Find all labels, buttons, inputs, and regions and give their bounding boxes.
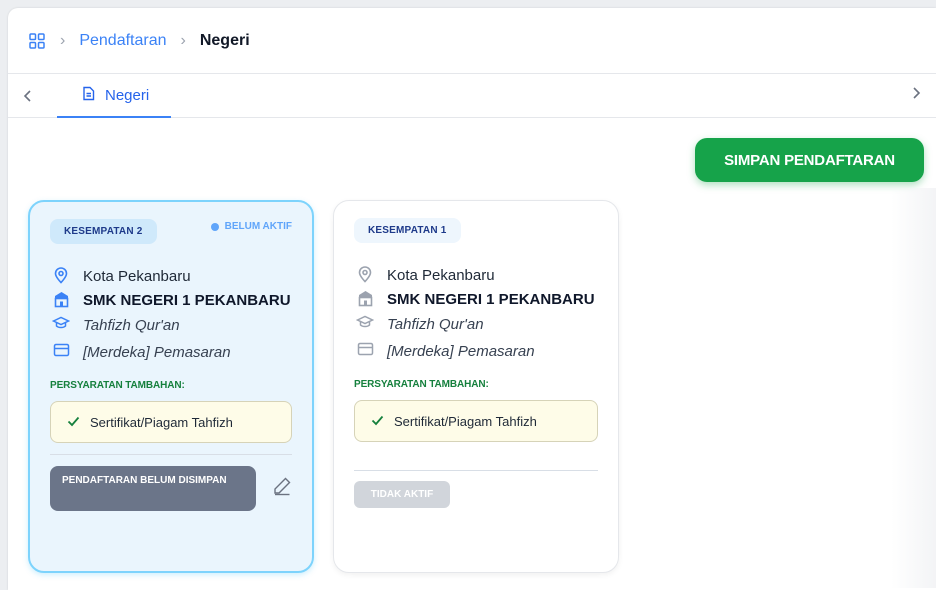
registration-unsaved-button[interactable]: PENDAFTARAN BELUM DISIMPAN (50, 466, 256, 511)
document-icon (82, 86, 95, 105)
breadcrumb: › Pendaftaran › Negeri (8, 8, 936, 74)
school-icon (354, 289, 376, 307)
check-icon (67, 415, 80, 430)
scroll-fade (891, 188, 936, 588)
major-label: Tahfizh Qur'an (387, 316, 484, 333)
choice-badge: KESEMPATAN 1 (354, 218, 461, 243)
requirement-label: Sertifikat/Piagam Tahfizh (394, 413, 537, 429)
tab-label: Negeri (105, 86, 150, 104)
status-label: BELUM AKTIF (224, 221, 292, 232)
status-badge: BELUM AKTIF (210, 221, 292, 232)
graduation-cap-icon (354, 314, 376, 329)
city-label: Kota Pekanbaru (83, 268, 191, 285)
chevron-left-icon[interactable] (8, 89, 48, 103)
location-pin-icon (50, 266, 72, 284)
graduation-cap-icon (50, 315, 72, 330)
breadcrumb-link-pendaftaran[interactable]: Pendaftaran (79, 32, 166, 50)
chevron-right-icon: › (60, 31, 66, 49)
main-panel: › Pendaftaran › Negeri Negeri SIMPAN PEN… (8, 8, 936, 590)
divider (354, 470, 598, 471)
divider (50, 454, 292, 455)
inactive-button: TIDAK AKTIF (354, 481, 450, 508)
save-registration-button[interactable]: SIMPAN PENDAFTARAN (695, 138, 924, 182)
school-icon (50, 290, 72, 308)
chevron-right-icon[interactable] (896, 86, 936, 100)
city-label: Kota Pekanbaru (387, 267, 495, 284)
requirements-title: PERSYARATAN TAMBAHAN: (354, 379, 489, 390)
requirement-item: Sertifikat/Piagam Tahfizh (50, 401, 292, 443)
major-label: Tahfizh Qur'an (83, 317, 180, 334)
school-name: SMK NEGERI 1 PEKANBARU (83, 292, 291, 309)
tab-negeri[interactable]: Negeri (57, 74, 171, 118)
school-name: SMK NEGERI 1 PEKANBARU (387, 291, 595, 308)
chevron-right-icon: › (180, 31, 186, 49)
curriculum-label: [Merdeka] Pemasaran (387, 343, 535, 360)
curriculum-label: [Merdeka] Pemasaran (83, 344, 231, 361)
requirement-label: Sertifikat/Piagam Tahfizh (90, 414, 233, 430)
requirement-item: Sertifikat/Piagam Tahfizh (354, 400, 598, 442)
choice-badge: KESEMPATAN 2 (50, 219, 157, 244)
tab-bar: Negeri (8, 74, 936, 118)
card-icon (354, 341, 376, 356)
edit-pencil-icon[interactable] (272, 476, 292, 501)
choice-card-kesempatan-2[interactable]: KESEMPATAN 2 BELUM AKTIF Kota Pekanbaru (28, 200, 314, 573)
requirements-title: PERSYARATAN TAMBAHAN: (50, 380, 185, 391)
card-icon (50, 342, 72, 357)
breadcrumb-current: Negeri (199, 31, 250, 49)
check-icon (371, 414, 384, 429)
location-pin-icon (354, 265, 376, 283)
choice-card-kesempatan-1[interactable]: KESEMPATAN 1 Kota Pekanbaru SMK NEGERI 1… (333, 200, 619, 573)
status-dot-icon (210, 222, 219, 231)
grid-icon[interactable] (28, 32, 46, 50)
